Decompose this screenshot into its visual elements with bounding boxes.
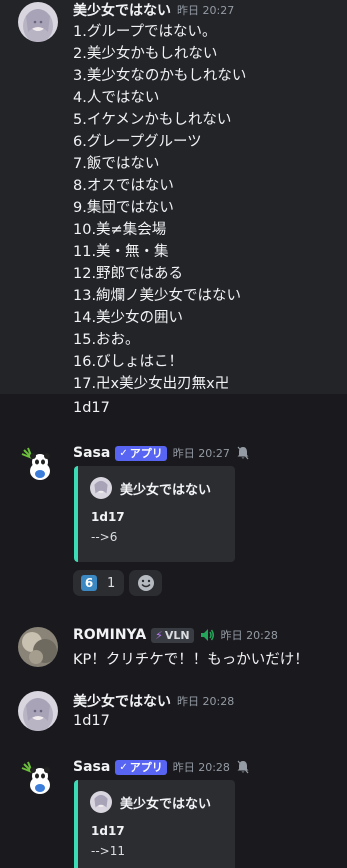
dice-embed: 美少女ではない 1d17 -->11: [74, 780, 235, 868]
keycap-6-icon: 6: [81, 575, 97, 591]
app-badge: ✓ アプリ: [115, 445, 167, 461]
username[interactable]: 美少女ではない: [73, 691, 171, 711]
embed-author-name: 美少女ではない: [120, 482, 212, 498]
list-item: 4.人ではない: [73, 90, 160, 106]
list-item: 5.イケメンかもしれない: [73, 112, 232, 128]
timestamp: 昨日 20:28: [177, 695, 235, 708]
list-item: 3.美少女なのかもしれない: [73, 68, 247, 84]
check-icon: ✓: [119, 761, 128, 773]
embed-title: 1d17: [91, 824, 125, 838]
list-item: 17.卍x美少女出刃無x卍: [73, 376, 230, 392]
app-badge: ✓ アプリ: [115, 759, 167, 775]
embed-author-name: 美少女ではない: [120, 796, 212, 812]
reaction-keycap-6[interactable]: 6 1: [73, 570, 124, 596]
reaction-count: 1: [107, 575, 116, 591]
message-list-bishoujo: 美少女ではない 昨日 20:27 1.グループではない。 2.美少女かもしれない…: [0, 0, 347, 394]
app-badge-label: アプリ: [129, 761, 163, 774]
list-item: 14.美少女の囲い: [73, 310, 184, 326]
timestamp: 昨日 20:27: [177, 4, 235, 17]
list-item: 2.美少女かもしれない: [73, 46, 218, 62]
list-item: 15.おお。: [73, 332, 140, 348]
username[interactable]: Sasa: [73, 759, 110, 775]
embed-description: -->11: [91, 844, 125, 858]
check-icon: ✓: [119, 447, 128, 459]
avatar-bishoujo[interactable]: [18, 2, 58, 42]
timestamp: 昨日 20:28: [172, 761, 230, 774]
message-text: 1d17: [73, 713, 110, 729]
list-item: 9.集団ではない: [73, 200, 174, 216]
dice-embed: 美少女ではない 1d17 -->6: [74, 466, 235, 562]
embed-description: -->6: [91, 530, 118, 544]
emoji-add-icon: [137, 575, 154, 591]
list-item: 11.美・無・集: [73, 244, 169, 260]
list-item: 1.グループではない。: [73, 24, 217, 40]
list-item: 7.飯ではない: [73, 156, 160, 172]
username[interactable]: ROMINYA: [73, 627, 146, 643]
embed-title: 1d17: [91, 510, 125, 524]
speaker-icon[interactable]: [199, 627, 215, 643]
message-sasa-1: Sasa ✓ アプリ 昨日 20:27 美少女ではない 1d17 -->6 6 …: [0, 438, 347, 608]
username[interactable]: Sasa: [73, 445, 110, 461]
message-text: 1d17: [73, 400, 110, 416]
embed-author-avatar: [90, 791, 112, 813]
message-text: KP！クリチケで！！もっかいだけ！: [73, 652, 309, 668]
list-item: 10.美≠集会場: [73, 222, 167, 238]
embed-author-avatar: [90, 477, 112, 499]
avatar-bishoujo[interactable]: [18, 691, 58, 731]
list-item: 13.絢爛ノ美少女ではない: [73, 288, 242, 304]
avatar-rominya[interactable]: [18, 627, 58, 667]
app-badge-label: アプリ: [129, 447, 163, 460]
vln-badge-label: VLN: [164, 628, 190, 642]
vln-badge: ⚡ VLN: [151, 627, 194, 643]
list-item: 12.野郎ではある: [73, 266, 184, 282]
list-item: 16.びしょはこ！: [73, 354, 184, 370]
message-followup: 1d17: [0, 394, 347, 428]
message-bishoujo-2: 美少女ではない 昨日 20:28 1d17: [0, 686, 347, 740]
avatar-sasa[interactable]: [18, 444, 58, 484]
add-reaction-button[interactable]: [129, 570, 162, 596]
message-sasa-2: Sasa ✓ アプリ 昨日 20:28 美少女ではない 1d17 -->11: [0, 752, 347, 868]
bell-icon[interactable]: [236, 760, 250, 774]
timestamp: 昨日 20:27: [172, 447, 230, 460]
username[interactable]: 美少女ではない: [73, 0, 171, 20]
bell-icon[interactable]: [236, 446, 250, 460]
message-rominya: ROMINYA ⚡ VLN 昨日 20:28 KP！クリチケで！！もっかいだけ！: [0, 620, 347, 674]
timestamp: 昨日 20:28: [220, 629, 278, 642]
bolt-icon: ⚡: [155, 628, 163, 642]
list-item: 6.グレープグルーツ: [73, 134, 202, 150]
avatar-sasa[interactable]: [18, 758, 58, 798]
list-item: 8.オスではない: [73, 178, 174, 194]
